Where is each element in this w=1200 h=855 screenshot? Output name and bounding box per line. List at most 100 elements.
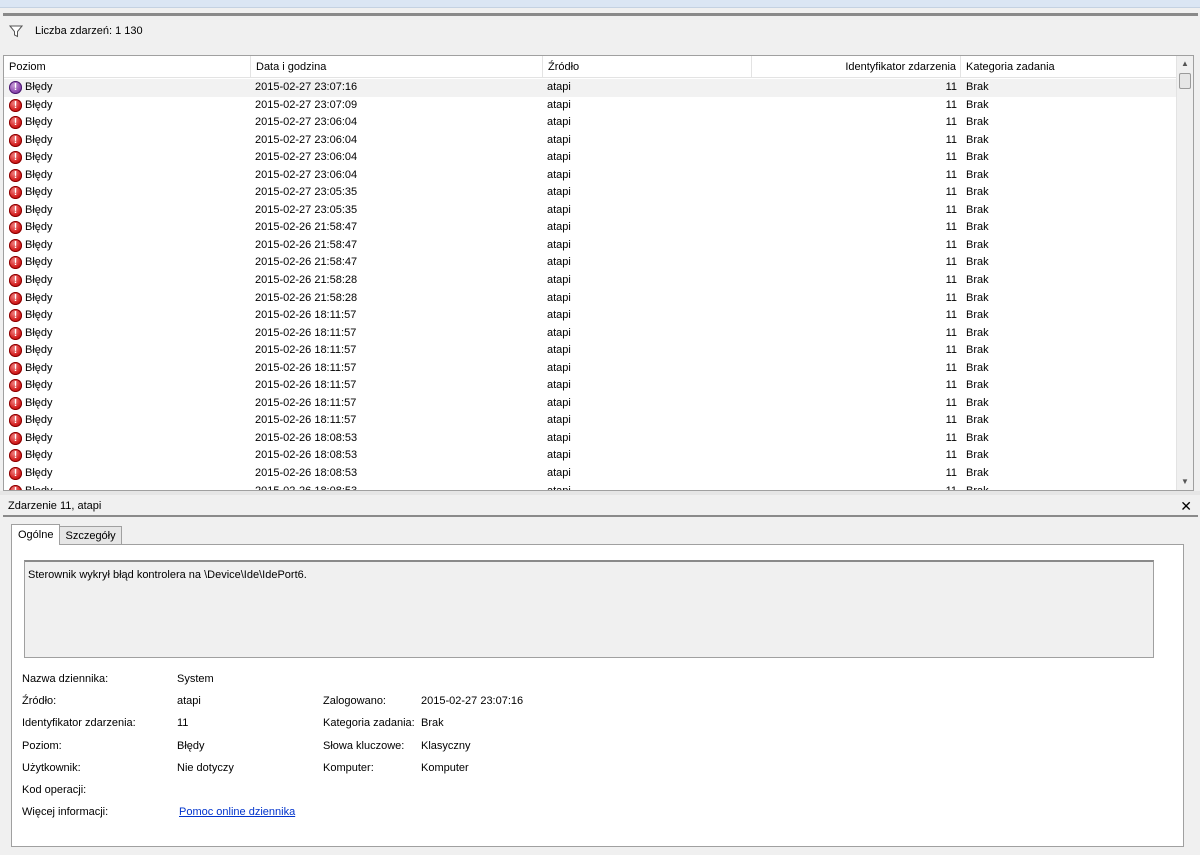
table-row[interactable]: ! Błędy 2015-02-27 23:06:04 atapi 11 Brak <box>4 114 1176 132</box>
column-header-level[interactable]: Poziom <box>4 56 251 78</box>
table-row[interactable]: ! Błędy 2015-02-26 21:58:28 atapi 11 Brak <box>4 272 1176 290</box>
tab-general[interactable]: Ogólne <box>11 524 61 545</box>
general-tab-panel: Sterownik wykrył błąd kontrolera na \Dev… <box>11 544 1184 847</box>
table-row[interactable]: ! Błędy 2015-02-27 23:06:04 atapi 11 Brak <box>4 167 1176 185</box>
scroll-up-arrow-icon[interactable]: ▲ <box>1177 56 1193 72</box>
table-row[interactable]: ! Błędy 2015-02-26 18:11:57 atapi 11 Brak <box>4 342 1176 360</box>
row-level-text: Błędy <box>25 326 53 339</box>
error-icon: ! <box>9 449 22 463</box>
row-category: Brak <box>966 379 989 392</box>
value-level: Błędy <box>177 740 205 752</box>
row-level: !Błędy <box>9 412 53 429</box>
row-level-text: Błędy <box>25 116 53 129</box>
table-row[interactable]: ! Błędy 2015-02-27 23:07:16 atapi 11 Brak <box>4 79 1176 97</box>
column-header-category[interactable]: Kategoria zadania <box>961 56 1176 78</box>
tab-details[interactable]: Szczegóły <box>59 526 122 545</box>
scroll-down-arrow-icon[interactable]: ▼ <box>1177 474 1193 490</box>
event-list[interactable]: Poziom Data i godzina Źródło Identyfikat… <box>3 55 1194 491</box>
row-date: 2015-02-27 23:07:09 <box>255 98 358 111</box>
row-date: 2015-02-26 21:58:28 <box>255 274 358 287</box>
table-row[interactable]: ! Błędy 2015-02-27 23:06:04 atapi 11 Brak <box>4 149 1176 167</box>
row-source: atapi <box>547 81 571 93</box>
table-row[interactable]: ! Błędy 2015-02-27 23:07:09 atapi 11 Brak <box>4 97 1176 115</box>
detail-title-text: Zdarzenie 11, atapi <box>8 500 102 512</box>
table-row[interactable]: ! Błędy 2015-02-26 21:58:47 atapi 11 Brak <box>4 237 1176 255</box>
row-category: Brak <box>966 431 989 444</box>
label-event-id: Identyfikator zdarzenia: <box>22 717 136 729</box>
row-event-id: 11 <box>945 221 957 234</box>
row-date: 2015-02-27 23:06:04 <box>255 133 358 146</box>
error-icon: ! <box>9 344 22 358</box>
table-row[interactable]: ! Błędy 2015-02-26 21:58:28 atapi 11 Brak <box>4 290 1176 308</box>
error-icon: ! <box>9 309 22 323</box>
column-header-date[interactable]: Data i godzina <box>251 56 543 78</box>
row-source: atapi <box>547 274 571 287</box>
close-icon[interactable]: ✕ <box>1180 495 1192 517</box>
table-row[interactable]: ! Błędy 2015-02-26 18:11:57 atapi 11 Brak <box>4 395 1176 413</box>
row-date: 2015-02-26 18:11:57 <box>255 361 357 374</box>
row-event-id: 11 <box>945 484 957 491</box>
table-row[interactable]: !Błędy 2015-02-26 18:08:53 atapi 11 Brak <box>4 430 1176 448</box>
row-event-id: 11 <box>945 291 957 304</box>
table-row[interactable]: ! Błędy 2015-02-26 18:11:57 atapi 11 Brak <box>4 307 1176 325</box>
row-category: Brak <box>966 98 989 111</box>
row-category: Brak <box>966 291 989 304</box>
table-row[interactable]: !Błędy 2015-02-26 18:08:53 atapi 11 Brak <box>4 447 1176 465</box>
table-row[interactable]: !Błędy 2015-02-26 18:08:53 atapi 11 Brak <box>4 483 1176 491</box>
row-source: atapi <box>547 467 571 480</box>
row-date: 2015-02-26 18:11:57 <box>255 326 357 339</box>
online-help-link[interactable]: Pomoc online dziennika <box>179 806 295 818</box>
row-level: !Błędy <box>9 307 53 324</box>
row-date: 2015-02-27 23:06:04 <box>255 168 358 181</box>
table-row[interactable]: ! Błędy 2015-02-27 23:05:35 atapi 11 Brak <box>4 184 1176 202</box>
column-header-source[interactable]: Źródło <box>543 56 752 78</box>
row-date: 2015-02-26 18:11:57 <box>255 309 357 322</box>
table-row[interactable]: !Błędy 2015-02-26 18:08:53 atapi 11 Brak <box>4 465 1176 483</box>
row-level: !Błędy <box>9 219 53 236</box>
row-date: 2015-02-26 18:08:53 <box>255 484 358 491</box>
label-log-name: Nazwa dziennika: <box>22 673 109 685</box>
row-event-id: 11 <box>945 309 957 322</box>
detail-pane-title: Zdarzenie 11, atapi ✕ <box>3 495 1198 517</box>
table-row[interactable]: ! Błędy 2015-02-26 21:58:47 atapi 11 Brak <box>4 254 1176 272</box>
label-user: Użytkownik: <box>22 762 81 774</box>
row-category: Brak <box>966 344 989 357</box>
value-event-id: 11 <box>177 717 189 729</box>
row-level: !Błędy <box>9 184 53 201</box>
row-level: !Błędy <box>9 483 53 490</box>
row-event-id: 11 <box>945 274 957 287</box>
filter-icon[interactable] <box>9 24 23 38</box>
row-date: 2015-02-26 18:11:57 <box>255 344 357 357</box>
row-source: atapi <box>547 449 571 462</box>
row-level-text: Błędy <box>25 467 53 480</box>
table-row[interactable]: ! Błędy 2015-02-26 18:11:57 atapi 11 Brak <box>4 360 1176 378</box>
row-event-id: 11 <box>945 238 957 251</box>
scroll-thumb[interactable] <box>1179 73 1191 89</box>
row-event-id: 11 <box>945 396 957 409</box>
error-icon: ! <box>9 203 22 217</box>
row-level: !Błędy <box>9 149 53 166</box>
row-date: 2015-02-26 18:08:53 <box>255 449 358 462</box>
row-category: Brak <box>966 133 989 146</box>
label-more-info: Więcej informacji: <box>22 806 109 818</box>
table-row[interactable]: ! Błędy 2015-02-27 23:06:04 atapi 11 Brak <box>4 132 1176 150</box>
row-category: Brak <box>966 396 989 409</box>
row-category: Brak <box>966 467 989 480</box>
label-computer: Komputer: <box>323 762 374 774</box>
table-row[interactable]: ! Błędy 2015-02-26 21:58:47 atapi 11 Brak <box>4 219 1176 237</box>
row-level-text: Błędy <box>25 274 53 287</box>
row-level: !Błędy <box>9 377 53 394</box>
detail-tabs: Ogólne Szczegóły <box>11 524 122 545</box>
table-row[interactable]: ! Błędy 2015-02-26 18:11:57 atapi 11 Brak <box>4 412 1176 430</box>
row-level: !Błędy <box>9 430 53 447</box>
row-category: Brak <box>966 361 989 374</box>
table-row[interactable]: ! Błędy 2015-02-27 23:05:35 atapi 11 Brak <box>4 202 1176 220</box>
row-category: Brak <box>966 309 989 322</box>
row-level-text: Błędy <box>25 221 53 234</box>
column-header-event-id[interactable]: Identyfikator zdarzenia <box>752 56 961 78</box>
row-source: atapi <box>547 431 571 444</box>
row-event-id: 11 <box>945 203 957 216</box>
table-row[interactable]: ! Błędy 2015-02-26 18:11:57 atapi 11 Brak <box>4 377 1176 395</box>
vertical-scrollbar[interactable]: ▲ ▼ <box>1176 56 1193 490</box>
table-row[interactable]: ! Błędy 2015-02-26 18:11:57 atapi 11 Brak <box>4 325 1176 343</box>
